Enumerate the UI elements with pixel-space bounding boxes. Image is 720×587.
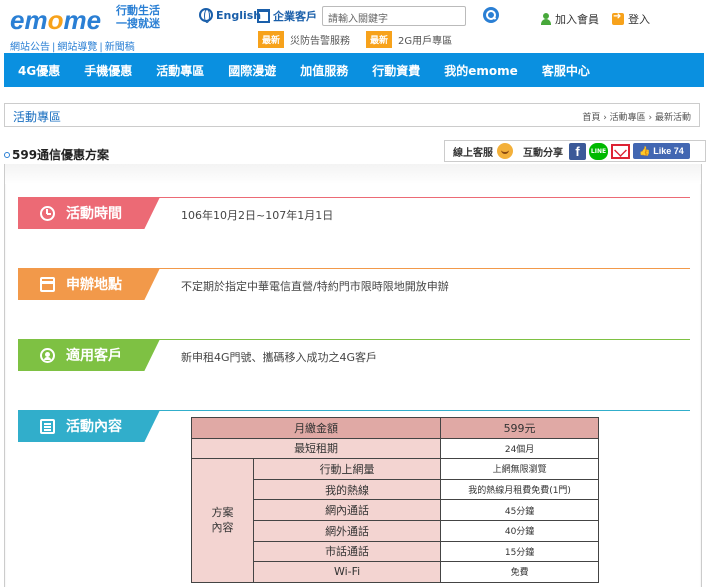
plan-table: 月繳金額 599元 最短租期 24個月 方案 內容 行動上網量 上網無限瀏覽 我… xyxy=(190,417,599,583)
breadcrumb[interactable]: 首頁 › 活動專區 › 最新活動 xyxy=(582,110,691,123)
building-icon xyxy=(257,9,270,23)
new-badge: 最新 xyxy=(258,31,285,48)
emome-logo[interactable]: emome xyxy=(10,5,101,36)
nav-value-added[interactable]: 加值服務 xyxy=(300,62,348,79)
table-row: Wi-Fi 免費 xyxy=(192,561,599,583)
row-value: 我的熱線月租費免費(1門) xyxy=(440,478,599,501)
search-icon[interactable] xyxy=(483,7,499,23)
table-row: 最短租期 24個月 xyxy=(190,437,599,460)
facebook-icon[interactable]: f xyxy=(569,142,586,160)
customer-service-icon[interactable] xyxy=(497,143,513,159)
login-icon xyxy=(612,11,624,25)
line-icon[interactable]: LINE xyxy=(589,142,608,160)
row-label: 市話通話 xyxy=(252,540,442,563)
row-value: 免費 xyxy=(440,561,599,583)
row-label: 行動上網量 xyxy=(252,458,442,480)
table-row: 月繳金額 599元 xyxy=(190,417,599,439)
nav-my-emome[interactable]: 我的emome xyxy=(444,62,518,79)
bullet-icon xyxy=(4,151,10,158)
row-value: 15分鐘 xyxy=(440,540,599,563)
new-badge: 最新 xyxy=(366,31,393,48)
login-link[interactable]: 登入 xyxy=(612,11,650,27)
slogan: 行動生活 一搜就迷 xyxy=(116,4,160,30)
nav-phone-offers[interactable]: 手機優惠 xyxy=(84,62,132,79)
section-tag: 適用客戶 xyxy=(18,339,160,371)
english-link[interactable]: English xyxy=(199,8,261,23)
section-text: 新申租4G門號、攜碼移入成功之4G客戶 xyxy=(181,351,378,364)
user-icon xyxy=(40,347,55,363)
thumbs-up-icon: 👍 xyxy=(639,146,651,156)
section-location: 申辦地點 不定期於指定中華電信直營/特約門市限時限地開放申辦 xyxy=(18,268,690,300)
row-label: 我的熱線 xyxy=(252,478,442,501)
monthly-label: 月繳金額 xyxy=(190,417,442,439)
title-row: 599通信優惠方案 線上客服 互動分享 f LINE 👍 Like 74 xyxy=(4,140,706,164)
row-value: 上網無限瀏覽 xyxy=(440,458,599,480)
page-title: 599通信優惠方案 xyxy=(4,146,109,163)
news-item-2g-users[interactable]: 最新 2G用戶專區 xyxy=(366,31,452,48)
nav-roaming[interactable]: 國際漫遊 xyxy=(228,62,276,79)
section-tag: 活動時間 xyxy=(18,197,160,229)
section-text: 不定期於指定中華電信直營/特約門市限時限地開放申辦 xyxy=(181,280,449,293)
online-service-link[interactable]: 線上客服 xyxy=(453,144,493,159)
row-value: 40分鐘 xyxy=(440,519,599,542)
enterprise-link[interactable]: 企業客戶 xyxy=(257,8,317,24)
section-text: 106年10月2日~107年1月1日 xyxy=(181,209,334,222)
nav-4g-offers[interactable]: 4G優惠 xyxy=(18,62,60,79)
nav-customer-service[interactable]: 客服中心 xyxy=(542,62,590,79)
person-icon xyxy=(541,13,551,25)
section-tag: 申辦地點 xyxy=(18,268,160,300)
content-frame-top xyxy=(4,164,702,184)
section-tag: 活動內容 xyxy=(18,410,160,442)
facebook-like-button[interactable]: 👍 Like 74 xyxy=(633,143,690,159)
section-event-time: 活動時間 106年10月2日~107年1月1日 xyxy=(18,197,690,229)
plan-content-label: 方案 內容 xyxy=(191,458,254,583)
table-row: 網內通話 45分鐘 xyxy=(192,499,599,521)
link-announcements[interactable]: 網站公告 xyxy=(10,42,50,53)
gmail-icon[interactable] xyxy=(611,143,630,159)
search-input[interactable]: 請輸入關鍵字 xyxy=(322,6,466,26)
table-row: 市話通話 15分鐘 xyxy=(192,540,599,563)
join-member-link[interactable]: 加入會員 xyxy=(541,11,599,27)
monthly-value: 599元 xyxy=(440,417,599,439)
table-row: 網外通話 40分鐘 xyxy=(192,519,599,542)
site-header: emome 行動生活 一搜就迷 網站公告 | 網站導覽 | 新聞稿 English 企業… xyxy=(0,0,720,53)
row-label: Wi-Fi xyxy=(252,561,442,583)
top-links: 網站公告 | 網站導覽 | 新聞稿 xyxy=(10,42,135,53)
min-term-value: 24個月 xyxy=(440,437,599,460)
clock-icon xyxy=(40,205,55,221)
globe-icon xyxy=(199,8,213,23)
link-press[interactable]: 新聞稿 xyxy=(105,42,135,53)
share-box: 線上客服 互動分享 f LINE 👍 Like 74 xyxy=(444,140,706,162)
store-icon xyxy=(40,276,55,292)
table-row: 我的熱線 我的熱線月租費免費(1門) xyxy=(192,478,599,501)
section-eligible-customers: 適用客戶 新申租4G門號、攜碼移入成功之4G客戶 xyxy=(18,339,690,371)
table-row: 方案 內容 行動上網量 上網無限瀏覽 xyxy=(191,458,599,583)
list-icon xyxy=(40,418,55,434)
breadcrumb-bar: 活動專區 首頁 › 活動專區 › 最新活動 xyxy=(4,103,700,127)
row-label: 網內通話 xyxy=(252,499,442,521)
min-term-label: 最短租期 xyxy=(190,437,442,460)
link-sitemap[interactable]: 網站導覽 xyxy=(57,42,97,53)
share-label: 互動分享 xyxy=(523,147,563,159)
nav-mobile-rates[interactable]: 行動資費 xyxy=(372,62,420,79)
news-item-disaster-alert[interactable]: 最新 災防告警服務 xyxy=(258,31,350,48)
main-nav: 4G優惠 手機優惠 活動專區 國際漫遊 加值服務 行動資費 我的emome 客服… xyxy=(4,53,704,87)
row-value: 45分鐘 xyxy=(440,499,599,521)
nav-events[interactable]: 活動專區 xyxy=(156,62,204,79)
section-title: 活動專區 xyxy=(13,110,62,124)
row-label: 網外通話 xyxy=(252,519,442,542)
